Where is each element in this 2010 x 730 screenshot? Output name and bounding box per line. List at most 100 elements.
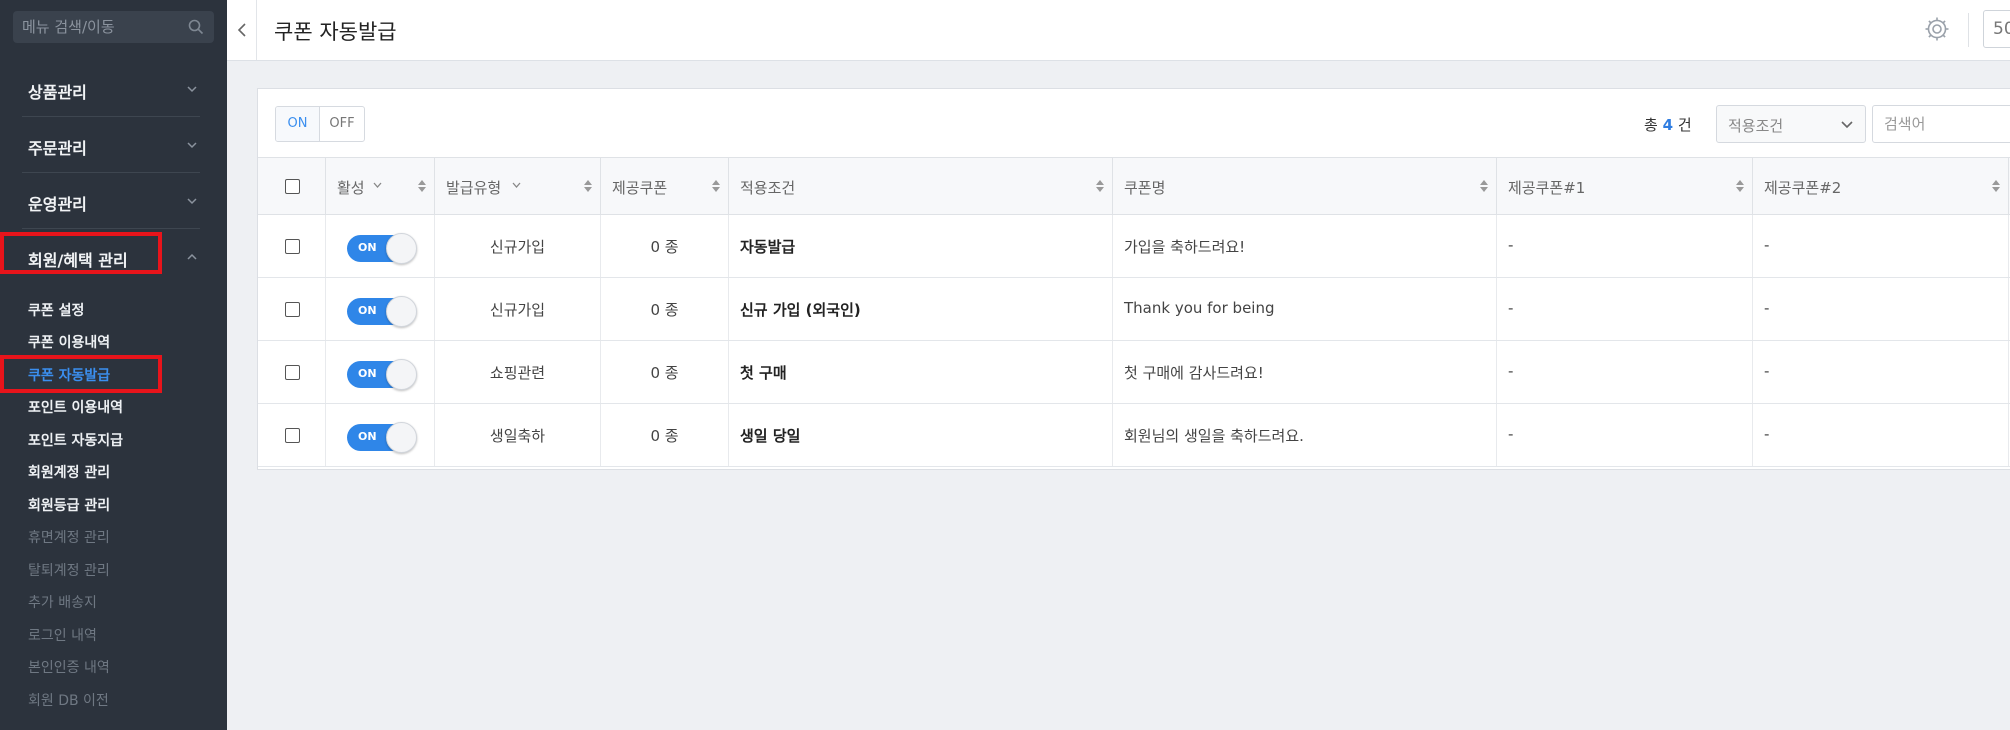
sidebar-item-login-history[interactable]: 로그인 내역 [28, 625, 97, 645]
column-label: 활성 [337, 179, 365, 197]
switch-label: ON [358, 304, 377, 317]
header-divider [1968, 13, 1969, 47]
chevron-left-icon [237, 23, 246, 37]
sort-icon [418, 180, 426, 192]
column-label: 제공쿠폰#1 [1508, 179, 1586, 197]
sidebar-item-extra-shipping[interactable]: 추가 배송지 [28, 592, 97, 612]
column-label: 제공쿠폰 [612, 179, 668, 197]
sidebar-item-coupon-settings[interactable]: 쿠폰 설정 [28, 300, 84, 320]
active-toggle-switch[interactable]: ON [347, 359, 417, 390]
switch-knob [386, 296, 417, 327]
off-filter-button[interactable]: OFF [320, 107, 364, 141]
coupons-cell: 0 종 [601, 404, 729, 466]
sidebar-collapse-button[interactable] [227, 0, 257, 60]
condition-cell: 신규 가입 (외국인) [729, 278, 1113, 340]
nav-group-products[interactable]: 상품관리 [22, 61, 200, 117]
issue-type: 생일축하 [489, 427, 546, 445]
coupon-1-value: - [1508, 425, 1514, 443]
column-header-coupon-1[interactable]: 제공쿠폰#1 [1497, 158, 1753, 214]
column-label: 발급유형 [446, 179, 502, 197]
chevron-down-icon [512, 182, 521, 188]
name-cell: 회원님의 생일을 축하드려요. [1113, 404, 1497, 466]
coupon-2-cell: - [1753, 215, 2009, 277]
column-header-coupon-name[interactable]: 쿠폰명 [1113, 158, 1497, 214]
column-header-coupon-2[interactable]: 제공쿠폰#2 [1753, 158, 2009, 214]
nav-group-label: 운영관리 [28, 195, 87, 214]
column-header-condition[interactable]: 적용조건 [729, 158, 1113, 214]
sort-icon [712, 180, 720, 192]
menu-search[interactable] [13, 11, 214, 43]
coupon-2-value: - [1764, 425, 1770, 443]
condition-link[interactable]: 신규 가입 (외국인) [740, 299, 861, 320]
condition-link[interactable]: 자동발급 [740, 236, 795, 257]
chevron-down-icon [187, 198, 197, 205]
coupon-1-cell: - [1497, 215, 1753, 277]
menu-search-input[interactable] [13, 11, 183, 43]
active-cell: ON [326, 278, 435, 340]
row-checkbox[interactable] [285, 302, 300, 317]
row-checkbox[interactable] [285, 365, 300, 380]
condition-cell: 생일 당일 [729, 404, 1113, 466]
row-checkbox[interactable] [285, 239, 300, 254]
active-toggle-switch[interactable]: ON [347, 233, 417, 264]
sidebar-item-dormant-accounts[interactable]: 휴면계정 관리 [28, 527, 110, 547]
coupon-count: 0 종 [650, 301, 679, 319]
coupon-count: 0 종 [650, 238, 679, 256]
sidebar-item-verification-history[interactable]: 본인인증 내역 [28, 657, 110, 677]
column-header-coupons[interactable]: 제공쿠폰 [601, 158, 729, 214]
active-toggle-switch[interactable]: ON [347, 296, 417, 327]
issue-type: 쇼핑관련 [489, 364, 546, 382]
type-cell: 생일축하 [435, 404, 601, 466]
column-header-issue-type[interactable]: 발급유형 [435, 158, 601, 214]
keyword-search-input[interactable] [1872, 105, 2010, 143]
table-row[interactable]: ON 신규가입 0 종 자동발급 가입을 축하드려요! - - [258, 215, 2010, 278]
highlight-box [0, 232, 162, 274]
nav-group-operations[interactable]: 운영관리 [22, 173, 200, 229]
sidebar-item-member-db-migration[interactable]: 회원 DB 이전 [28, 690, 109, 710]
table-row[interactable]: ON 신규가입 0 종 신규 가입 (외국인) Thank you for be… [258, 278, 2010, 341]
condition-select[interactable]: 적용조건 [1716, 105, 1866, 143]
nav-group-orders[interactable]: 주문관리 [22, 117, 200, 173]
sidebar-item-point-history[interactable]: 포인트 이용내역 [28, 397, 123, 417]
select-cell [258, 215, 326, 277]
switch-knob [386, 359, 417, 390]
column-header-active[interactable]: 활성 [326, 158, 435, 214]
nav-group-label: 주문관리 [28, 139, 87, 158]
coupons-cell: 0 종 [601, 278, 729, 340]
switch-label: ON [358, 367, 377, 380]
sort-icon [1992, 180, 2000, 192]
total-count: 총 4 건 [1644, 114, 1692, 135]
page-size-select[interactable]: 50 [1983, 10, 2010, 48]
gear-icon[interactable] [1924, 16, 1950, 42]
coupon-name: 가입을 축하드려요! [1124, 238, 1246, 256]
chevron-down-icon [1841, 121, 1853, 129]
select-all-checkbox[interactable] [285, 179, 300, 194]
active-toggle-switch[interactable]: ON [347, 422, 417, 453]
sidebar-item-withdrawn-accounts[interactable]: 탈퇴계정 관리 [28, 560, 110, 580]
row-checkbox[interactable] [285, 428, 300, 443]
sidebar-item-member-accounts[interactable]: 회원계정 관리 [28, 462, 110, 482]
switch-label: ON [358, 241, 377, 254]
top-bar: 쿠폰 자동발급 50 [227, 0, 2010, 61]
select-cell [258, 278, 326, 340]
sidebar-item-coupon-history[interactable]: 쿠폰 이용내역 [28, 332, 110, 352]
coupon-name: Thank you for being [1124, 299, 1275, 317]
sidebar-item-point-auto[interactable]: 포인트 자동지급 [28, 430, 123, 450]
issue-type: 신규가입 [489, 301, 546, 319]
chevron-down-icon [187, 86, 197, 93]
sidebar-item-member-grades[interactable]: 회원등급 관리 [28, 495, 110, 515]
coupon-1-cell: - [1497, 404, 1753, 466]
coupon-list-panel: ON OFF 총 4 건 적용조건 활성 발급유형 제공쿠폰 적용조건 [257, 88, 2010, 470]
search-icon[interactable] [188, 19, 204, 35]
coupon-2-cell: - [1753, 341, 2009, 403]
table-row[interactable]: ON 생일축하 0 종 생일 당일 회원님의 생일을 축하드려요. - - [258, 404, 2010, 467]
condition-link[interactable]: 생일 당일 [740, 425, 800, 446]
on-off-toggle-group: ON OFF [275, 106, 365, 142]
on-filter-button[interactable]: ON [276, 107, 320, 141]
coupon-2-value: - [1764, 362, 1770, 380]
condition-link[interactable]: 첫 구매 [740, 362, 787, 383]
table-row[interactable]: ON 쇼핑관련 0 종 첫 구매 첫 구매에 감사드려요! - - [258, 341, 2010, 404]
count-prefix: 총 [1644, 116, 1658, 134]
coupon-count: 0 종 [650, 427, 679, 445]
coupons-cell: 0 종 [601, 215, 729, 277]
